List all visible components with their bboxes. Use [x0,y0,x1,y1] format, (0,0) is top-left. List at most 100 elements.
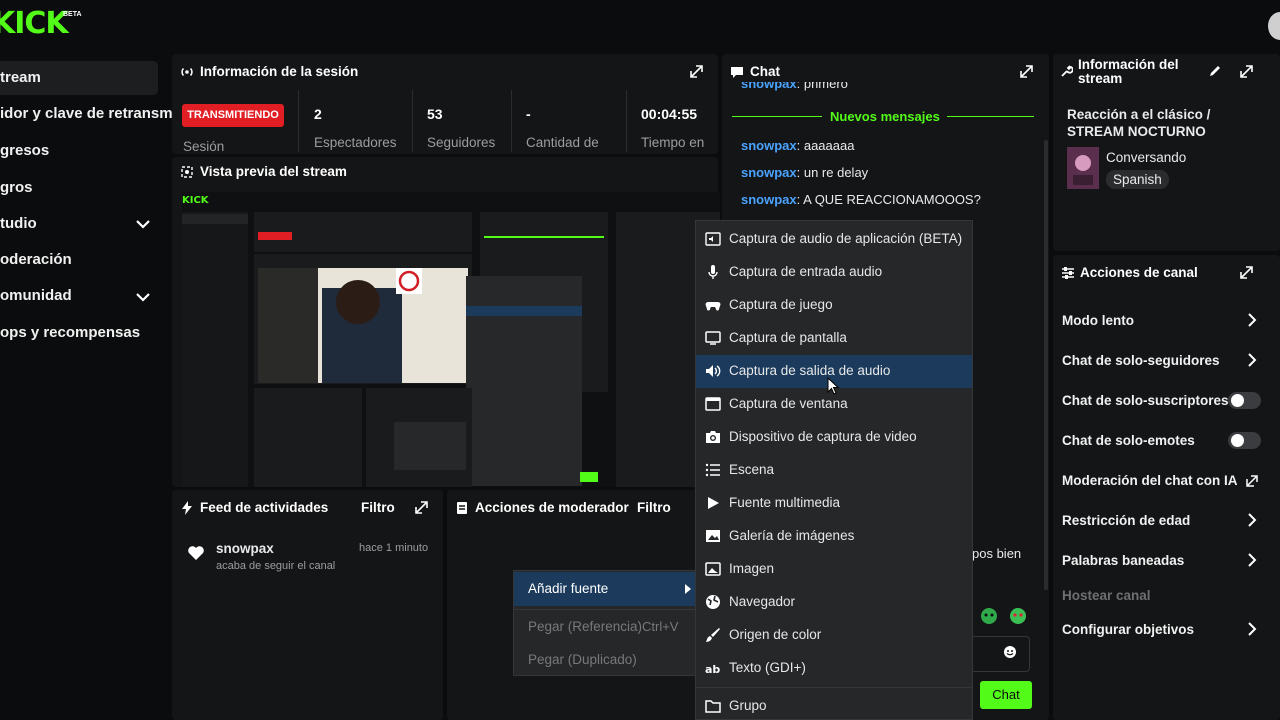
microphone-icon [705,264,721,280]
session-label: Sesión [183,139,225,153]
kick-logo[interactable]: KICK [0,6,69,41]
popout-icon[interactable] [1239,64,1254,79]
heart-icon [187,545,205,561]
submenu-arrow-icon [684,583,692,595]
gamepad-icon [705,297,721,313]
sidebar-item-achievements[interactable]: gros [0,171,158,205]
activity-time: hace 1 minuto [359,542,429,554]
menu-item-label: Navegador [729,594,796,609]
menu-item-display-capture[interactable]: Captura de pantalla [696,322,972,355]
image-icon [705,561,721,577]
subscribers-only-toggle[interactable] [1228,392,1261,409]
chat-text-partial: pos bien [972,546,1022,561]
menu-item-audio-input[interactable]: Captura de entrada audio [696,256,972,289]
chat-title: Chat [750,64,780,79]
document-icon [456,501,468,515]
chevron-right-icon[interactable] [1244,312,1260,328]
chat-username[interactable]: snowpax [741,138,797,153]
svg-text:ab: ab [705,663,720,676]
menu-item-video-capture[interactable]: Dispositivo de captura de video [696,421,972,454]
sidebar-item-label: gresos [0,142,50,159]
emote-icon[interactable] [1009,607,1027,625]
menu-item-browser[interactable]: Navegador [696,586,972,619]
chat-scrollbar[interactable] [1044,140,1048,590]
chevron-right-icon[interactable] [1244,621,1260,637]
sidebar-item-stream[interactable]: tream [0,61,158,95]
set-goals-item[interactable]: Configurar objetivos [1062,622,1194,637]
menu-item-game-capture[interactable]: Captura de juego [696,289,972,322]
popout-icon[interactable] [1239,265,1254,280]
menu-item-media-source[interactable]: Fuente multimedia [696,487,972,520]
chat-input[interactable] [970,636,1030,672]
emotes-only-toggle[interactable] [1228,432,1261,449]
menu-item-text-gdi[interactable]: ab Texto (GDI+) [696,652,972,685]
speaker-icon [705,363,721,379]
chat-username[interactable]: snowpax [741,165,797,180]
emotes-only-item[interactable]: Chat de solo-emotes [1062,433,1195,448]
chat-text: : A QUE REACCIONAMOOOS? [796,192,981,207]
menu-item-app-audio[interactable]: Captura de audio de aplicación (BETA) [696,223,972,256]
edit-pencil-icon[interactable] [1208,64,1222,78]
sidebar-item-label: oderación [0,251,72,268]
popout-icon[interactable] [414,500,429,515]
chevron-down-icon[interactable] [134,288,152,306]
ai-moderation-item[interactable]: Moderación del chat con IA [1062,473,1238,488]
chevron-right-icon[interactable] [1244,352,1260,368]
chat-message: snowpax: A QUE REACCIONAMOOOS? [741,192,981,207]
wrench-icon [1060,65,1073,78]
chat-username[interactable]: snowpax [741,192,797,207]
chevron-right-icon[interactable] [1244,512,1260,528]
followers-only-item[interactable]: Chat de solo-seguidores [1062,353,1220,368]
add-source-item[interactable]: Añadir fuente [514,572,695,606]
menu-item-scene[interactable]: Escena [696,454,972,487]
divider [511,90,512,152]
chevron-down-icon[interactable] [134,215,152,233]
activity-feed-title: Feed de actividades [200,500,329,515]
divider [298,90,299,152]
chevron-right-icon[interactable] [1244,552,1260,568]
stream-preview-video[interactable]: KICK [182,192,720,487]
menu-item-color-source[interactable]: Origen de color [696,619,972,652]
add-source-submenu: Captura de audio de aplicación (BETA) Ca… [695,220,973,720]
banned-words-item[interactable]: Palabras baneadas [1062,553,1184,568]
send-chat-button[interactable]: Chat [980,681,1032,709]
category-name[interactable]: Conversando [1106,150,1186,165]
uptime-label: Tiempo en [641,135,705,150]
activity-filter-button[interactable]: Filtro [361,500,395,515]
brush-icon [705,627,721,643]
sidebar-item-drops-rewards[interactable]: ops y recompensas [0,316,158,350]
chat-message: snowpax: un re delay [741,165,868,180]
activity-text: acaba de seguir el canal [216,560,336,572]
menu-item-image-gallery[interactable]: Galería de imágenes [696,520,972,553]
sidebar-item-label: idor y clave de retransm [0,105,173,122]
user-avatar[interactable] [1268,12,1280,40]
emoji-picker-icon[interactable] [1003,645,1017,659]
chat-username[interactable]: snowpax [741,82,797,91]
popout-icon[interactable] [1019,64,1034,79]
menu-item-label: Captura de audio de aplicación (BETA) [729,231,963,246]
language-chip: Spanish [1106,170,1169,189]
menu-item-image[interactable]: Imagen [696,553,972,586]
text-icon: ab [705,660,721,676]
divider [626,90,627,152]
broadcast-icon [180,65,194,79]
paste-duplicate-item[interactable]: Pegar (Duplicado) [514,643,695,677]
camera-icon [705,429,721,445]
moderator-filter-button[interactable]: Filtro [637,500,671,515]
age-restriction-item[interactable]: Restricción de edad [1062,513,1190,528]
subscribers-only-item[interactable]: Chat de solo-suscriptores [1062,393,1229,408]
sidebar-item-moderation[interactable]: oderación [0,243,158,277]
menu-item-label: Origen de color [729,627,822,642]
sidebar-item-income[interactable]: gresos [0,134,158,168]
external-link-icon[interactable] [1246,474,1259,487]
app-audio-icon [705,231,721,247]
paste-reference-item[interactable]: Pegar (Referencia) Ctrl+V [514,610,695,644]
activity-user[interactable]: snowpax [216,541,274,556]
sidebar-item-server-key[interactable]: idor y clave de retransm [0,97,173,131]
category-thumbnail[interactable] [1067,147,1099,189]
menu-item-group[interactable]: Grupo [696,690,972,720]
emote-icon[interactable] [980,607,998,625]
popout-icon[interactable] [689,64,704,79]
slow-mode-item[interactable]: Modo lento [1062,313,1134,328]
sidebar-item-label: tream [0,69,41,86]
